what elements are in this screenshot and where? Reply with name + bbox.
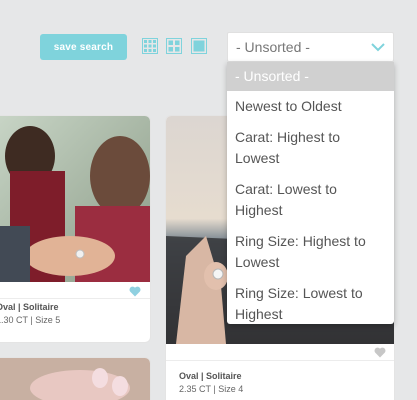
grid-9-icon[interactable]: [142, 38, 158, 54]
ring-card-details: 2.35 CT | Size 4: [179, 384, 244, 394]
ring-card-title: Oval | Solitaire: [179, 371, 242, 381]
sort-option-size-high[interactable]: Ring Size: Highest to Lowest: [227, 226, 394, 278]
grid-4-icon[interactable]: [166, 38, 182, 54]
ring-card-details: 1.30 CT | Size 5: [0, 315, 61, 325]
sort-selected-value: - Unsorted -: [236, 39, 310, 55]
sort-option-carat-high[interactable]: Carat: Highest to Lowest: [227, 122, 394, 174]
sort-option-newest[interactable]: Newest to Oldest: [227, 91, 394, 122]
grid-1-icon[interactable]: [191, 38, 207, 54]
ring-card-title: Oval | Solitaire: [0, 302, 59, 312]
ring-card[interactable]: [0, 358, 150, 400]
save-search-button[interactable]: save search: [40, 34, 127, 60]
ring-photo: [0, 116, 150, 282]
card-divider: [166, 360, 394, 361]
sort-option-size-low[interactable]: Ring Size: Lowest to Highest: [227, 278, 394, 330]
favorite-heart-icon[interactable]: [374, 347, 386, 358]
sort-option-unsorted[interactable]: - Unsorted -: [227, 62, 394, 91]
sort-option-carat-low[interactable]: Carat: Lowest to Highest: [227, 174, 394, 226]
favorite-heart-icon[interactable]: [129, 286, 141, 297]
sort-select[interactable]: - Unsorted -: [227, 32, 394, 62]
sort-dropdown-menu: - Unsorted - Newest to Oldest Carat: Hig…: [227, 62, 394, 324]
chevron-down-icon: [371, 43, 385, 52]
ring-photo: [0, 358, 150, 400]
card-divider: [0, 298, 150, 299]
